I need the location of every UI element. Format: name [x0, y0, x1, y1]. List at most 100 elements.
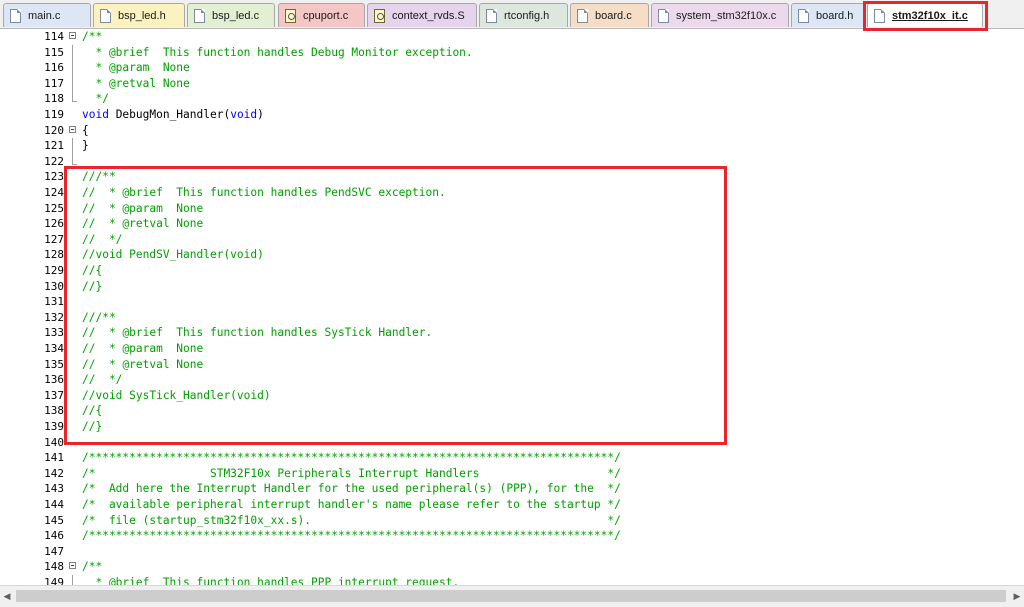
comment-token: //void SysTick_Handler(void): [82, 388, 271, 402]
scrollbar-thumb[interactable]: [16, 590, 1006, 602]
line-number: 144: [44, 498, 64, 511]
code-comment: // */: [82, 232, 122, 248]
tab-context-rvds-s[interactable]: context_rvds.S: [367, 3, 477, 27]
code-line[interactable]: 131: [0, 294, 1024, 310]
code-line[interactable]: 123 ///**: [0, 169, 1024, 185]
comment-token: /* Add here the Interrupt Handler for th…: [82, 482, 621, 496]
code-line[interactable]: 124 // * @brief This function handles Pen…: [0, 185, 1024, 201]
comment-token: /***************************************…: [82, 451, 621, 465]
code-line[interactable]: 128 //void PendSV_Handler(void): [0, 247, 1024, 263]
code-comment: //}: [82, 279, 102, 295]
tab-board-c[interactable]: board.c: [570, 3, 649, 27]
fold-collapse-icon[interactable]: [69, 123, 77, 139]
tab-main-c[interactable]: main.c: [3, 3, 91, 27]
line-number: 137: [44, 388, 64, 402]
code-editor[interactable]: 114/** 115 * @brief This function handles…: [0, 29, 1024, 585]
code-line[interactable]: 115 * @brief This function handles Debug…: [0, 44, 1024, 61]
code-line[interactable]: 138 //{: [0, 403, 1024, 419]
fold-collapse-icon[interactable]: [69, 29, 77, 45]
line-number: 131: [44, 295, 64, 309]
c-file-icon-special: [285, 8, 296, 23]
tab-label: context_rvds.S: [392, 9, 465, 22]
code-line[interactable]: 137 //void SysTick_Handler(void): [0, 388, 1024, 404]
code-line[interactable]: 145 /* file (startup_stm32f10x_xx.s). */: [0, 513, 1024, 529]
line-number: 133: [44, 326, 64, 340]
line-number: 147: [44, 544, 64, 558]
horizontal-scrollbar[interactable]: ◀ ▶: [0, 585, 1024, 607]
tab-stm32f10x-it-c[interactable]: stm32f10x_it.c: [867, 3, 983, 27]
code-line[interactable]: 118 */: [0, 91, 1024, 107]
code-line[interactable]: 132 ///**: [0, 310, 1024, 326]
line-number: 140: [44, 435, 64, 449]
code-line[interactable]: 130 //}: [0, 279, 1024, 295]
code-text: }: [82, 138, 89, 154]
code-line[interactable]: 148 /**: [0, 559, 1024, 575]
code-comment: //{: [82, 403, 102, 419]
tab-cpuport-c[interactable]: cpuport.c: [278, 3, 365, 27]
code-line[interactable]: 139 //}: [0, 419, 1024, 435]
code-line[interactable]: 116 * @param None: [0, 60, 1024, 76]
code-comment: // * @brief This function handles PendSV…: [82, 185, 446, 201]
code-comment: //{: [82, 263, 102, 279]
line-number: 139: [44, 420, 64, 433]
comment-token: // */: [82, 232, 123, 246]
code-line[interactable]: 141 /************************************…: [0, 450, 1024, 466]
code-line[interactable]: 127 // */: [0, 232, 1024, 248]
code-line[interactable]: 129 //{: [0, 263, 1024, 279]
fold-collapse-icon[interactable]: [69, 559, 77, 575]
code-text: {: [82, 123, 89, 139]
tab-bsp-led-c[interactable]: bsp_led.c: [187, 3, 275, 27]
line-number: 141: [44, 451, 64, 465]
code-line[interactable]: 149 * @brief This function handles PPP i…: [0, 575, 1024, 585]
code-line[interactable]: 133 // * @brief This function handles Sys…: [0, 325, 1024, 341]
code-line[interactable]: 140: [0, 435, 1024, 451]
code-line[interactable]: 144 /* available peripheral interrupt han…: [0, 497, 1024, 513]
tab-system-stm32f10x-c[interactable]: system_stm32f10x.c: [651, 3, 789, 27]
comment-token: // * @retval None: [82, 357, 204, 371]
code-comment: /* Add here the Interrupt Handler for th…: [82, 481, 621, 497]
comment-token: //{: [82, 264, 103, 277]
code-comment: ///**: [82, 169, 116, 185]
tab-board-h[interactable]: board.h: [791, 3, 865, 27]
code-token: ): [257, 108, 264, 121]
code-token: }: [82, 139, 89, 153]
scroll-right-arrow-icon[interactable]: ▶: [1010, 586, 1024, 607]
tab-bsp-led-h[interactable]: bsp_led.h: [93, 3, 185, 27]
code-line[interactable]: 143 /* Add here the Interrupt Handler for…: [0, 481, 1024, 497]
code-line[interactable]: 117 * @retval None: [0, 75, 1024, 92]
tab-rtconfig-h[interactable]: rtconfig.h: [479, 3, 568, 27]
tab-label: cpuport.c: [303, 9, 349, 22]
scroll-left-arrow-icon[interactable]: ◀: [0, 586, 14, 607]
code-comment: * @brief This function handles PPP inter…: [82, 575, 459, 585]
tab-label: board.h: [816, 9, 854, 22]
comment-token: /**: [82, 30, 103, 43]
fold-guide-line: [69, 44, 77, 61]
line-number: 115: [44, 45, 64, 59]
code-text: void DebugMon_Handler(void): [82, 107, 264, 123]
code-line[interactable]: 120 {: [0, 123, 1024, 139]
comment-token: * @param None: [82, 61, 190, 75]
code-line[interactable]: 134 // * @param None: [0, 341, 1024, 357]
line-number: 148: [44, 560, 64, 574]
code-token: DebugMon_Handler(: [108, 108, 231, 121]
code-line[interactable]: 119 void DebugMon_Handler(void): [0, 107, 1024, 123]
code-line[interactable]: 121}: [0, 138, 1024, 154]
code-line[interactable]: 142 /* STM32F10x Peripherals Interrupt Ha…: [0, 466, 1024, 482]
code-line[interactable]: 122: [0, 153, 1024, 170]
comment-token: //}: [82, 420, 103, 433]
code-line[interactable]: 136 // */: [0, 372, 1024, 388]
line-number: 123: [44, 170, 64, 184]
line-number: 136: [44, 373, 64, 387]
tab-label: board.c: [595, 9, 632, 22]
code-comment: /**: [82, 29, 102, 45]
code-line[interactable]: 114 /**: [0, 29, 1024, 45]
h-file-icon: [486, 8, 497, 23]
fold-guide-line: [69, 60, 77, 76]
line-number: 119: [44, 108, 64, 121]
comment-token: //}: [82, 279, 103, 293]
code-line[interactable]: 135 // * @retval None: [0, 357, 1024, 373]
code-line[interactable]: 147: [0, 544, 1024, 560]
code-line[interactable]: 126 // * @retval None: [0, 216, 1024, 232]
code-line[interactable]: 125 // * @param None: [0, 201, 1024, 217]
code-line[interactable]: 146 /************************************…: [0, 528, 1024, 544]
